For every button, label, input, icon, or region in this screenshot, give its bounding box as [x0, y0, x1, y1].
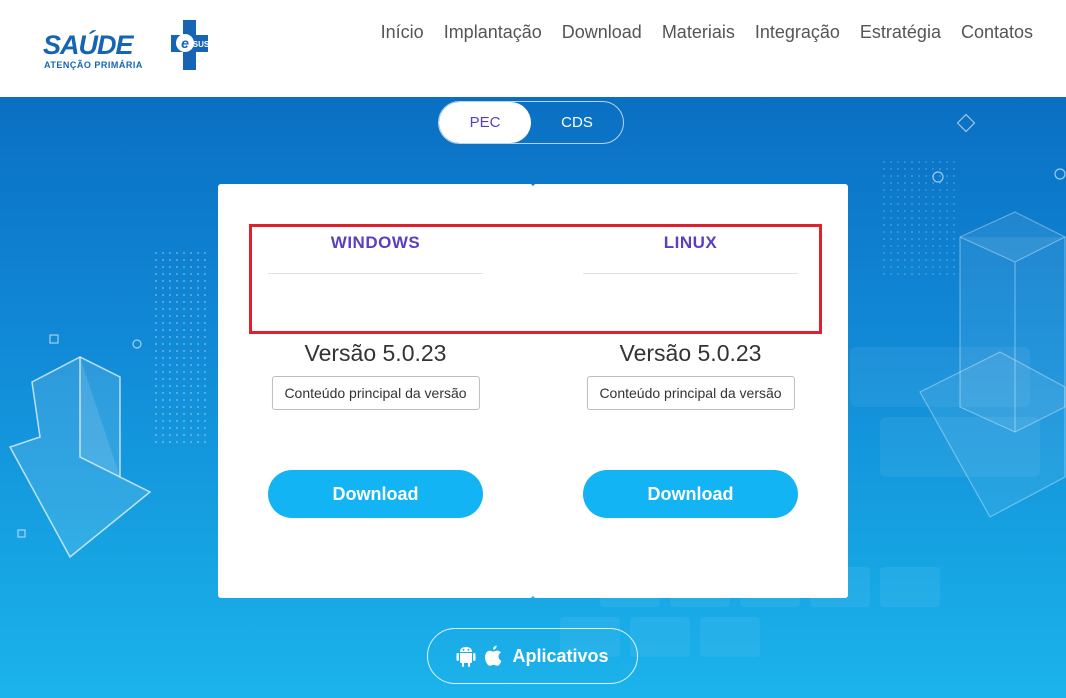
linux-download-button[interactable]: Download [583, 470, 798, 518]
nav-estrategia[interactable]: Estratégia [860, 22, 941, 43]
main-nav: Início Implantação Download Materiais In… [381, 22, 1033, 43]
nav-inicio[interactable]: Início [381, 22, 424, 43]
nav-download[interactable]: Download [562, 22, 642, 43]
android-icon [456, 647, 476, 667]
nav-implantacao[interactable]: Implantação [444, 22, 542, 43]
windows-release-notes-button[interactable]: Conteúdo principal da versão [271, 376, 480, 410]
apps-label: Aplicativos [512, 645, 609, 666]
nav-integracao[interactable]: Integração [755, 22, 840, 43]
download-hero: PEC CDS WINDOWS Versão 5.0.23 Conteúdo p… [0, 97, 1066, 698]
linux-version: Versão 5.0.23 [619, 340, 762, 366]
esus-logo[interactable]: SAÚDE e SUS ATENÇÃO PRIMÁRIA [43, 20, 213, 75]
version-highlight-box [249, 224, 822, 334]
svg-text:e: e [181, 35, 189, 51]
nav-materiais[interactable]: Materiais [662, 22, 735, 43]
toggle-pec[interactable]: PEC [439, 102, 531, 143]
logo-cross-icon: e SUS [171, 20, 208, 70]
apps-button[interactable]: Aplicativos [427, 628, 638, 684]
linux-release-notes-button[interactable]: Conteúdo principal da versão [586, 376, 795, 410]
site-header: SAÚDE e SUS ATENÇÃO PRIMÁRIA Início Impl… [0, 0, 1066, 97]
nav-contatos[interactable]: Contatos [961, 22, 1033, 43]
toggle-cds[interactable]: CDS [531, 102, 623, 143]
windows-version: Versão 5.0.23 [304, 340, 447, 366]
windows-download-button[interactable]: Download [268, 470, 483, 518]
apple-icon [485, 645, 502, 666]
logo-word: SAÚDE [43, 30, 134, 60]
system-toggle: PEC CDS [438, 101, 624, 144]
logo-subtitle: ATENÇÃO PRIMÁRIA [44, 60, 143, 70]
svg-text:SUS: SUS [193, 40, 208, 49]
